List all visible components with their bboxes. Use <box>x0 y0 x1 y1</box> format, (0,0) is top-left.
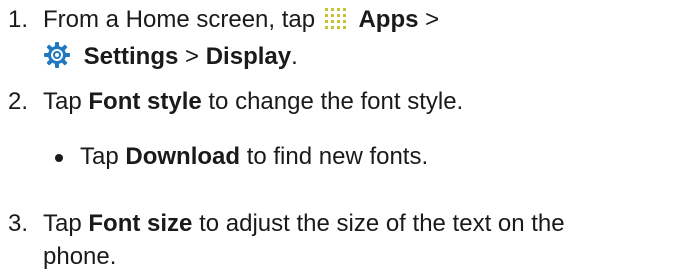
step-text: Tap <box>43 88 82 115</box>
step-number: 3. <box>8 210 29 237</box>
step-2: 2. Tap Font style to change the font sty… <box>0 88 676 178</box>
step-3: 3. Tap Font size to adjust the size of t… <box>0 210 676 279</box>
step-text: to adjust the size of the text on the <box>199 210 565 237</box>
settings-gear-icon <box>44 42 70 68</box>
step-number: 1. <box>8 6 29 33</box>
step-3-line-1: Tap Font size to adjust the size of the … <box>43 210 565 238</box>
display-label: Display <box>205 43 292 70</box>
step-3-line-2: phone. <box>43 243 116 271</box>
period: . <box>291 43 298 70</box>
separator: > <box>185 43 200 70</box>
step-text: phone. <box>43 243 117 270</box>
font-size-label: Font size <box>88 210 193 237</box>
font-style-label: Font style <box>88 88 202 115</box>
step-number: 2. <box>8 88 29 115</box>
step-text: From a Home screen, tap <box>43 6 316 33</box>
apps-label: Apps <box>358 6 419 33</box>
settings-label: Settings <box>83 43 179 70</box>
separator: > <box>425 6 440 33</box>
bullet-text: Tap Download to find new fonts. <box>80 143 428 171</box>
step-text: to change the font style. <box>208 88 464 115</box>
download-label: Download <box>125 143 241 170</box>
step-2-line-1: Tap Font style to change the font style. <box>43 88 463 116</box>
step-text: Tap <box>43 210 82 237</box>
step-1: 1. From a Home screen, tap Apps > Settin… <box>0 0 676 80</box>
apps-grid-icon <box>324 8 346 29</box>
bullet-dot <box>55 154 63 162</box>
step-1-line-2: Settings > Display. <box>43 41 298 71</box>
bullet-pre: Tap <box>80 143 119 170</box>
bullet-post: to find new fonts. <box>246 143 429 170</box>
step-1-line-1: From a Home screen, tap Apps > <box>43 6 439 34</box>
